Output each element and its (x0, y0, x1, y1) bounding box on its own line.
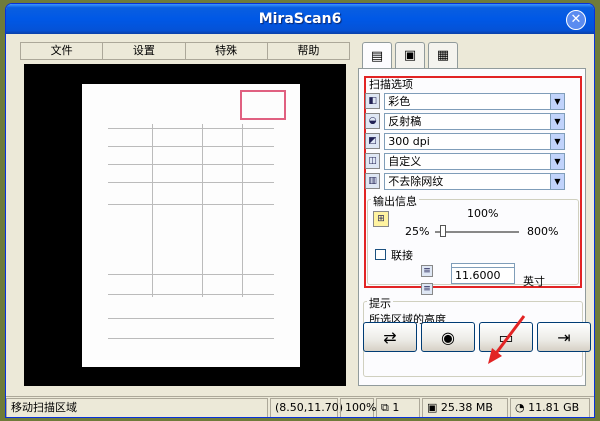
color-mode-select[interactable]: 彩色 ▼ (384, 92, 565, 110)
exit-door-icon: ⇥ (557, 327, 571, 347)
mirascan-window: MiraScan6 ✕ 文件 设置 特殊 帮助 ▤ ▣ ▦ 扫描选项 ◧ 彩色 … (5, 3, 595, 418)
color-mode-icon: ◧ (365, 93, 381, 109)
scanned-document-thumbnail[interactable] (82, 84, 300, 367)
scale-value: 100% (467, 207, 499, 220)
image-adjust-tab[interactable]: ▣ (395, 42, 425, 68)
menu-help[interactable]: 帮助 (268, 43, 349, 59)
resolution-icon: ◩ (365, 133, 381, 149)
scale-icon: ⊞ (373, 211, 389, 227)
menu-bar: 文件 设置 特殊 帮助 (20, 42, 350, 60)
red-arrow-annotation (488, 315, 526, 364)
source-select[interactable]: 反射稿 ▼ (384, 112, 565, 130)
preview-button[interactable]: ◉ (421, 322, 475, 352)
scale-min: 25% (405, 225, 430, 238)
window-title: MiraScan6 (258, 11, 342, 27)
grid-icon: ▦ (436, 48, 450, 63)
chevron-down-icon: ▼ (550, 93, 564, 109)
close-button[interactable]: ✕ (566, 10, 586, 30)
eye-icon: ◉ (441, 327, 455, 347)
scale-slider-track[interactable] (435, 231, 519, 233)
chevron-down-icon: ▼ (550, 173, 564, 189)
resolution-row: ◩ 300 dpi ▼ (365, 132, 565, 150)
source-icon: ◒ (365, 113, 381, 129)
width-icon: ≡ (421, 265, 433, 277)
swap-button[interactable]: ⇄ (363, 322, 417, 352)
descreen-icon: ▥ (365, 173, 381, 189)
status-disk: ◔ 11.81 GB (510, 398, 590, 417)
scale-max: 800% (527, 225, 559, 238)
size-icon: ◫ (365, 153, 381, 169)
memory-icon: ▣ (427, 401, 441, 414)
pages-icon: ⧉ (381, 401, 393, 414)
scan-preview-area[interactable] (24, 64, 346, 386)
scale-slider-thumb[interactable] (440, 225, 447, 237)
status-memory: ▣ 25.38 MB (422, 398, 508, 417)
chevron-down-icon: ▼ (550, 153, 564, 169)
scan-options-title: 扫描选项 (369, 78, 413, 91)
chevron-down-icon: ▼ (550, 113, 564, 129)
link-label: 联接 (391, 249, 413, 262)
status-zoom: 100% (340, 398, 376, 417)
scan-settings-icon: ▤ (370, 49, 384, 64)
status-message: 移动扫描区域 (6, 398, 268, 417)
color-mode-row: ◧ 彩色 ▼ (365, 92, 565, 110)
exit-button[interactable]: ⇥ (537, 322, 591, 352)
chevron-down-icon: ▼ (550, 133, 564, 149)
menu-settings[interactable]: 设置 (103, 43, 186, 59)
menu-special[interactable]: 特殊 (186, 43, 268, 59)
stamp-mark (240, 90, 286, 120)
swap-arrows-icon: ⇄ (383, 327, 397, 347)
image-adjust-icon: ▣ (403, 48, 417, 63)
close-icon: ✕ (570, 12, 582, 27)
status-coords: (8.50,11.70) (270, 398, 343, 417)
hint-title: 提示 (367, 295, 393, 311)
descreen-select[interactable]: 不去除网纹 ▼ (384, 172, 565, 190)
resolution-select[interactable]: 300 dpi ▼ (384, 132, 565, 150)
grid-tab[interactable]: ▦ (428, 42, 458, 68)
size-row: ◫ 自定义 ▼ (365, 152, 565, 170)
height-icon: ≡ (421, 283, 433, 295)
descreen-row: ▥ 不去除网纹 ▼ (365, 172, 565, 190)
size-select[interactable]: 自定义 ▼ (384, 152, 565, 170)
source-row: ◒ 反射稿 ▼ (365, 112, 565, 130)
link-checkbox[interactable] (375, 249, 386, 260)
height-input[interactable]: 11.6000 (451, 267, 515, 284)
panel-tabs: ▤ ▣ ▦ (362, 42, 461, 70)
status-bar: 移动扫描区域 (8.50,11.70) 100% ⧉ 1 ▣ 25.38 MB … (6, 396, 594, 417)
disk-icon: ◔ (515, 401, 529, 414)
scan-settings-tab[interactable]: ▤ (362, 42, 392, 70)
output-title: 输出信息 (371, 193, 419, 209)
status-pages: ⧉ 1 (376, 398, 420, 417)
menu-file[interactable]: 文件 (21, 43, 104, 59)
title-bar[interactable]: MiraScan6 ✕ (6, 4, 594, 34)
unit-label: 英寸 (523, 275, 545, 288)
